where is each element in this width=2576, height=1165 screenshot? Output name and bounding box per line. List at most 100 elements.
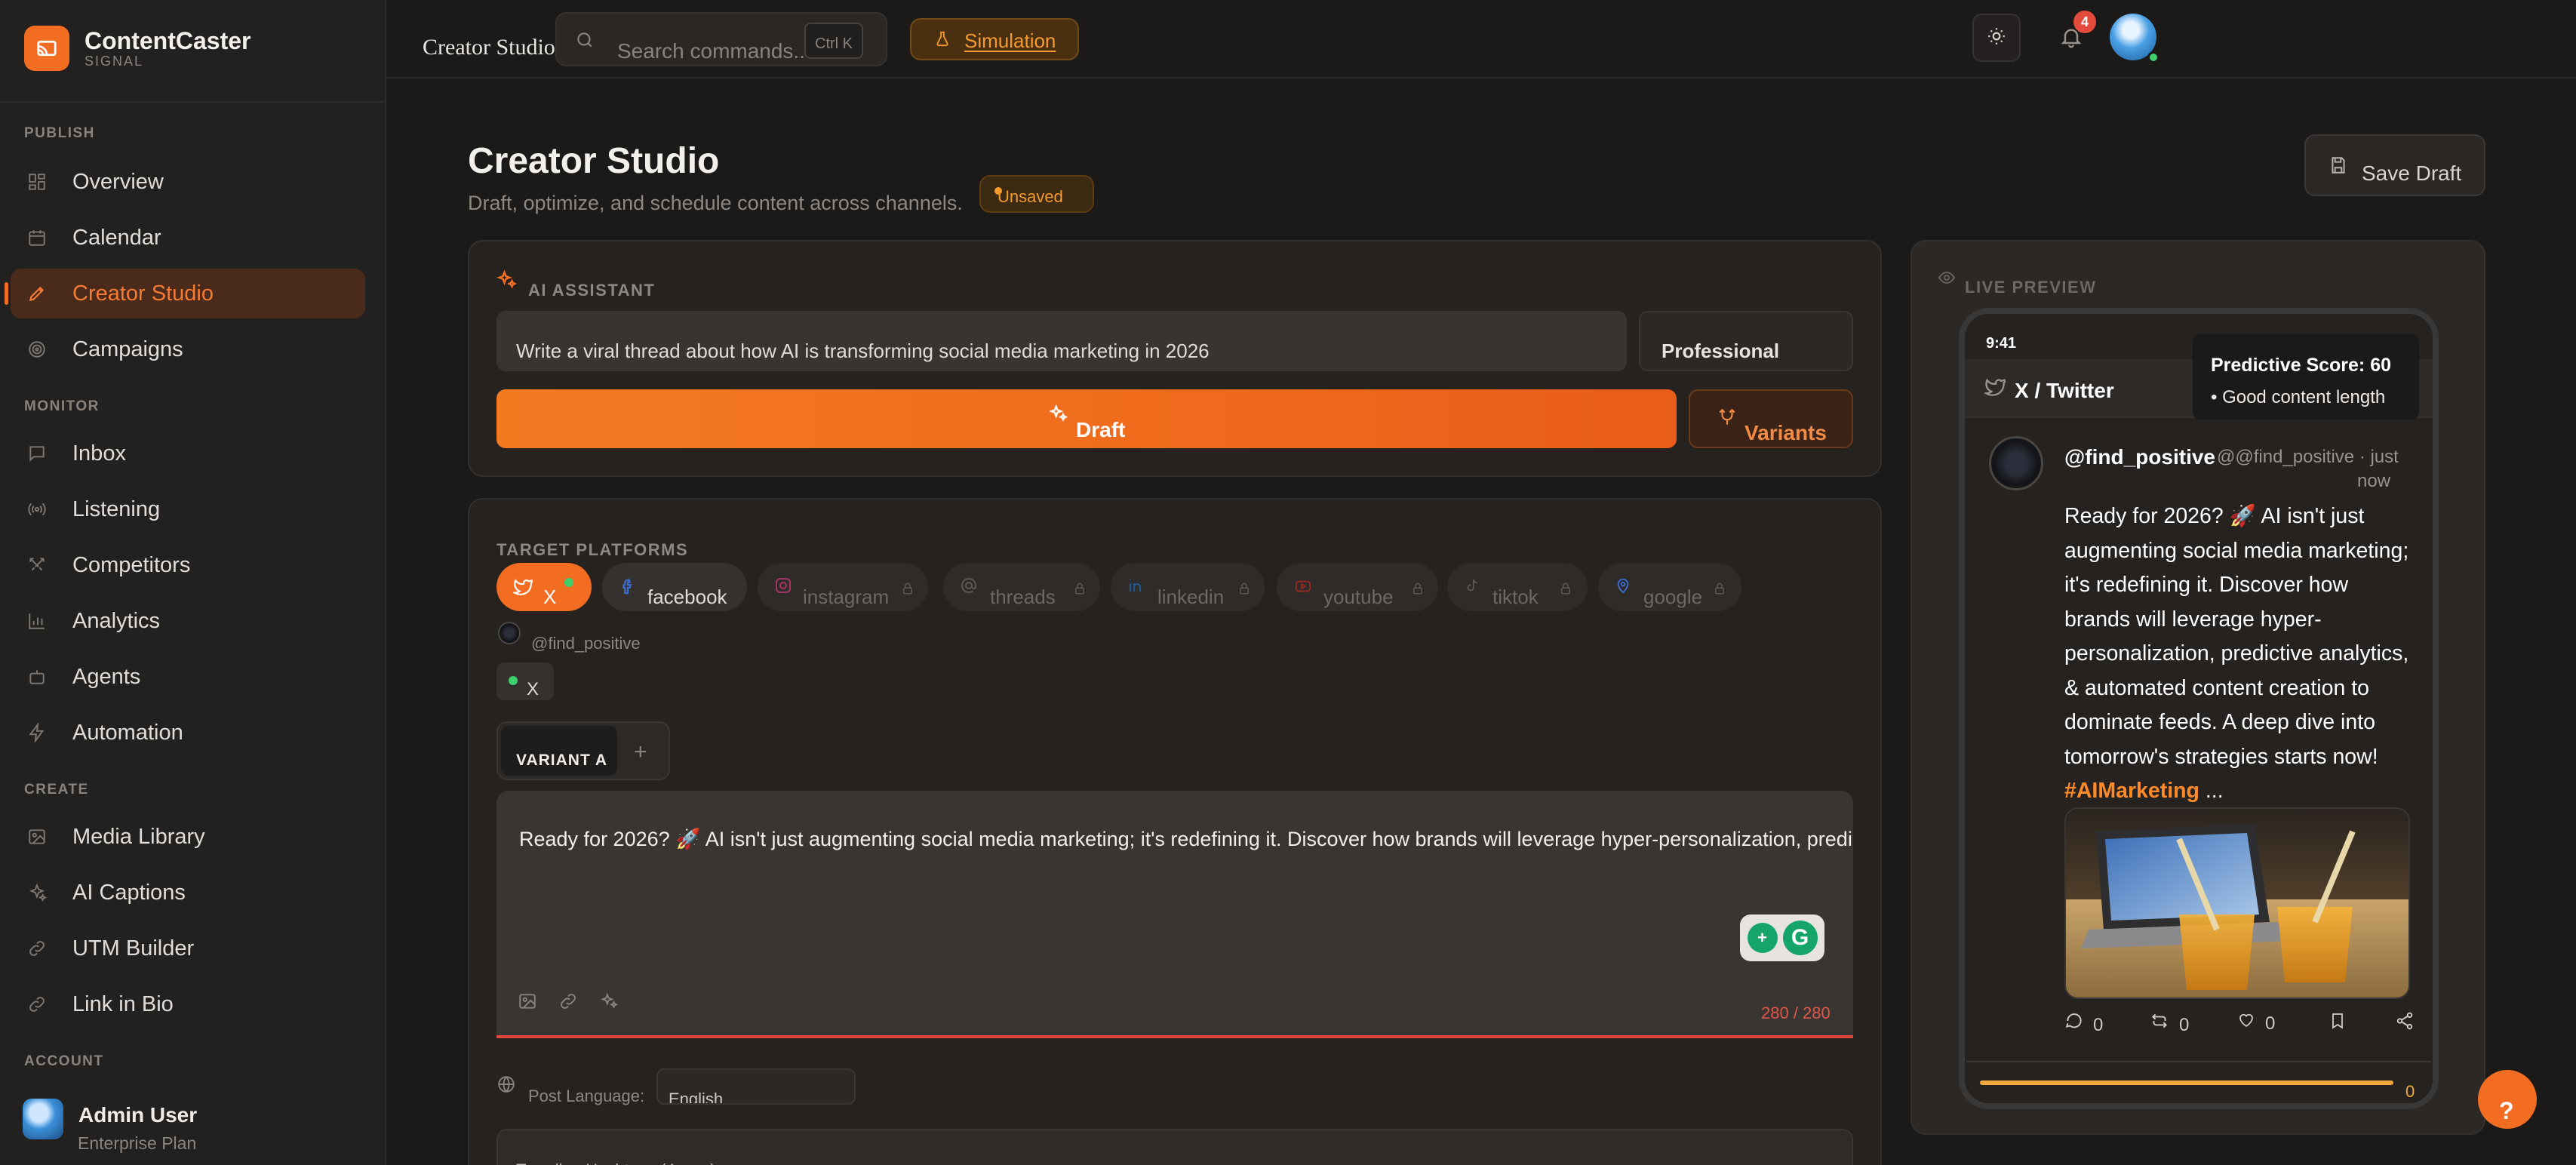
- notification-badge: 4: [2073, 11, 2096, 33]
- platform-chip-tiktok[interactable]: tiktok: [1447, 563, 1588, 611]
- divider: [0, 101, 385, 103]
- simulation-button[interactable]: Simulation: [910, 18, 1079, 60]
- draft-button[interactable]: Draft: [496, 389, 1677, 448]
- help-button[interactable]: ?: [2478, 1070, 2537, 1129]
- score-value: 0: [2405, 1082, 2415, 1101]
- sparkles-icon[interactable]: [599, 991, 619, 1015]
- account-handle: @find_positive: [531, 634, 641, 653]
- post-text[interactable]: Ready for 2026? 🚀 AI isn't just augmenti…: [519, 827, 1853, 851]
- section-monitor: MONITOR: [24, 398, 100, 414]
- nav-link-in-bio[interactable]: Link in Bio: [11, 979, 365, 1029]
- status-dot: [994, 187, 1002, 195]
- prompt-input[interactable]: Write a viral thread about how AI is tra…: [496, 311, 1627, 371]
- tweet-actions: 0 0 0: [2064, 1011, 2415, 1041]
- tweet-handle: @@find_positive · just: [2217, 447, 2399, 467]
- grid-icon: [26, 171, 48, 193]
- nav-media-library[interactable]: Media Library: [11, 812, 365, 862]
- editor-toolbar: [518, 991, 619, 1015]
- target-platforms-label: TARGET PLATFORMS: [496, 540, 689, 559]
- page-subtitle: Draft, optimize, and schedule content ac…: [468, 192, 963, 214]
- predictive-score-tooltip: Predictive Score: 60 • Good content leng…: [2193, 334, 2419, 420]
- retweet-action[interactable]: 0: [2149, 1011, 2189, 1036]
- tone-select[interactable]: Professional: [1639, 311, 1853, 371]
- tweet-text: Ready for 2026? 🚀 AI isn't just augmenti…: [2064, 504, 2409, 769]
- search-placeholder: Search commands...: [617, 39, 811, 63]
- section-account: ACCOUNT: [24, 1053, 104, 1069]
- ai-assistant-label: AI ASSISTANT: [528, 281, 656, 300]
- threads-icon: [960, 576, 978, 600]
- variants-button[interactable]: Variants: [1689, 389, 1853, 448]
- nav-inbox[interactable]: Inbox: [11, 429, 365, 478]
- sparkles-icon: [26, 881, 48, 904]
- account-chip-x[interactable]: X: [496, 662, 554, 700]
- add-variant-button[interactable]: +: [634, 739, 647, 765]
- save-draft-button[interactable]: Save Draft: [2304, 134, 2485, 196]
- image-icon: [26, 825, 48, 848]
- platform-chip-x[interactable]: X: [496, 563, 592, 611]
- reply-action[interactable]: 0: [2064, 1011, 2103, 1036]
- draft-label: Draft: [1076, 418, 1126, 441]
- nav-analytics[interactable]: Analytics: [11, 596, 365, 646]
- sparkles-icon: [1047, 403, 1068, 429]
- brand[interactable]: ContentCaster SIGNAL: [24, 26, 251, 71]
- chip-label: instagram: [803, 586, 890, 608]
- search-input[interactable]: Search commands... Ctrl K: [555, 12, 887, 66]
- image-icon[interactable]: [518, 991, 537, 1015]
- nav-utm-builder[interactable]: UTM Builder: [11, 924, 365, 973]
- nav-listening[interactable]: Listening: [11, 484, 365, 534]
- link-icon: [26, 937, 48, 960]
- score-bar: [1980, 1080, 2393, 1085]
- tweet-image: [2064, 807, 2410, 999]
- nav-label: Automation: [72, 720, 183, 745]
- like-action[interactable]: 0: [2236, 1011, 2275, 1034]
- nav-competitors[interactable]: Competitors: [11, 540, 365, 590]
- platform-chip-facebook[interactable]: facebook: [602, 563, 747, 611]
- calendar-icon: [26, 226, 48, 249]
- lock-icon: [1237, 578, 1251, 601]
- chart-icon: [26, 610, 48, 632]
- platform-chip-youtube[interactable]: youtube: [1277, 563, 1438, 611]
- nav-label: Campaigns: [72, 337, 183, 361]
- user-name: Admin User: [78, 1103, 198, 1127]
- tab-variant-a[interactable]: VARIANT A: [501, 726, 617, 776]
- globe-icon: [496, 1074, 516, 1098]
- section-create: CREATE: [24, 782, 89, 798]
- nav-ai-captions[interactable]: AI Captions: [11, 868, 365, 918]
- twitter-icon: [512, 576, 534, 601]
- platform-chip-threads[interactable]: threads: [943, 563, 1100, 611]
- grammarly-widget[interactable]: + G: [1740, 914, 1824, 961]
- youtube-icon: [1293, 576, 1313, 600]
- platform-chip-linkedin[interactable]: linkedin: [1111, 563, 1265, 611]
- lock-icon: [1559, 578, 1572, 601]
- nav-automation[interactable]: Automation: [11, 708, 365, 758]
- platform-chip-google[interactable]: google: [1598, 563, 1741, 611]
- share-icon[interactable]: [2395, 1011, 2415, 1034]
- variants-label: Variants: [1744, 421, 1827, 444]
- nav-overview[interactable]: Overview: [11, 157, 365, 207]
- nav-campaigns[interactable]: Campaigns: [11, 324, 365, 374]
- nav-creator-studio[interactable]: Creator Studio: [5, 269, 365, 318]
- linkedin-icon: [1127, 576, 1145, 600]
- broadcast-icon: [26, 498, 48, 521]
- post-editor[interactable]: Ready for 2026? 🚀 AI isn't just augmenti…: [496, 791, 1853, 1035]
- tweet-name: @find_positive: [2064, 445, 2215, 469]
- nav-label: Listening: [72, 496, 161, 521]
- lock-icon: [901, 578, 915, 601]
- save-draft-label: Save Draft: [2362, 161, 2462, 185]
- tweet-hashtag[interactable]: #AIMarketing: [2064, 779, 2199, 803]
- nav-calendar[interactable]: Calendar: [11, 213, 365, 263]
- shortcut-hint: Ctrl K: [804, 23, 863, 59]
- heart-icon: [2236, 1011, 2256, 1034]
- link-icon[interactable]: [558, 991, 578, 1015]
- tooltip-line: • Good content length: [2211, 387, 2386, 407]
- trending-hashtags[interactable]: Trending Hashtags (4 new): [496, 1129, 1853, 1165]
- bookmark-icon[interactable]: [2329, 1011, 2347, 1034]
- tooltip-title: Predictive Score: 60: [2211, 355, 2392, 376]
- nav-agents[interactable]: Agents: [11, 652, 365, 702]
- language-label: Post Language:: [528, 1087, 645, 1105]
- platform-chip-instagram[interactable]: instagram: [758, 563, 928, 611]
- sun-icon: [1987, 26, 2006, 50]
- theme-toggle[interactable]: [1972, 14, 2021, 62]
- language-select[interactable]: English: [656, 1068, 856, 1105]
- section-publish: PUBLISH: [24, 125, 95, 141]
